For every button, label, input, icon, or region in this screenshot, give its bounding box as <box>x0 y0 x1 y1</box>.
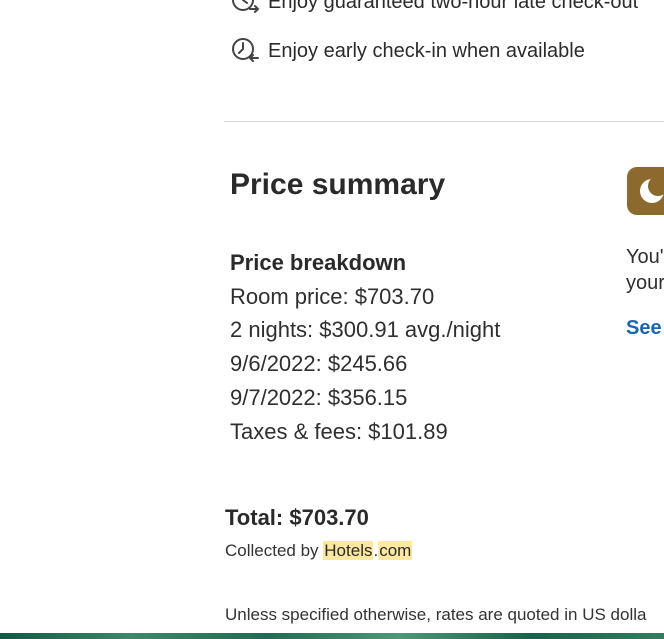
taxes-fees-line: Taxes & fees: $101.89 <box>230 419 448 444</box>
price-summary-title: Price summary <box>230 168 446 201</box>
see-more-link[interactable]: See <box>626 317 662 340</box>
benefit-text: Enjoy early check-in when available <box>268 39 585 62</box>
currency-footnote: Unless specified otherwise, rates are qu… <box>225 605 647 624</box>
collected-brand-part1: Hotels <box>323 541 374 560</box>
collected-by-prefix: Collected by <box>225 541 324 560</box>
late-checkout-icon <box>230 0 260 17</box>
section-divider <box>224 121 664 122</box>
total-price: Total: $703.70 <box>225 505 369 530</box>
benefit-early-checkin: Enjoy early check-in when available <box>230 36 585 66</box>
rewards-badge <box>627 167 664 215</box>
night-1-price-line: 9/6/2022: $245.66 <box>230 351 408 376</box>
nights-average-line: 2 nights: $300.91 avg./night <box>230 317 501 342</box>
room-price-line: Room price: $703.70 <box>230 284 435 309</box>
collected-by-text: Collected by Hotels.com <box>225 541 413 561</box>
moon-icon <box>627 167 664 215</box>
side-panel-text-line-1: You' <box>626 246 664 268</box>
early-checkin-icon <box>230 36 260 66</box>
benefit-late-checkout: Enjoy guaranteed two-hour late check-out <box>230 0 638 17</box>
night-2-price-line: 9/7/2022: $356.15 <box>230 385 408 410</box>
price-breakdown-title: Price breakdown <box>230 250 407 275</box>
side-panel-text-line-2: your <box>626 272 664 294</box>
benefit-text: Enjoy guaranteed two-hour late check-out <box>268 0 639 13</box>
collected-brand-part2: com <box>378 541 413 560</box>
bottom-image-strip <box>0 633 664 639</box>
